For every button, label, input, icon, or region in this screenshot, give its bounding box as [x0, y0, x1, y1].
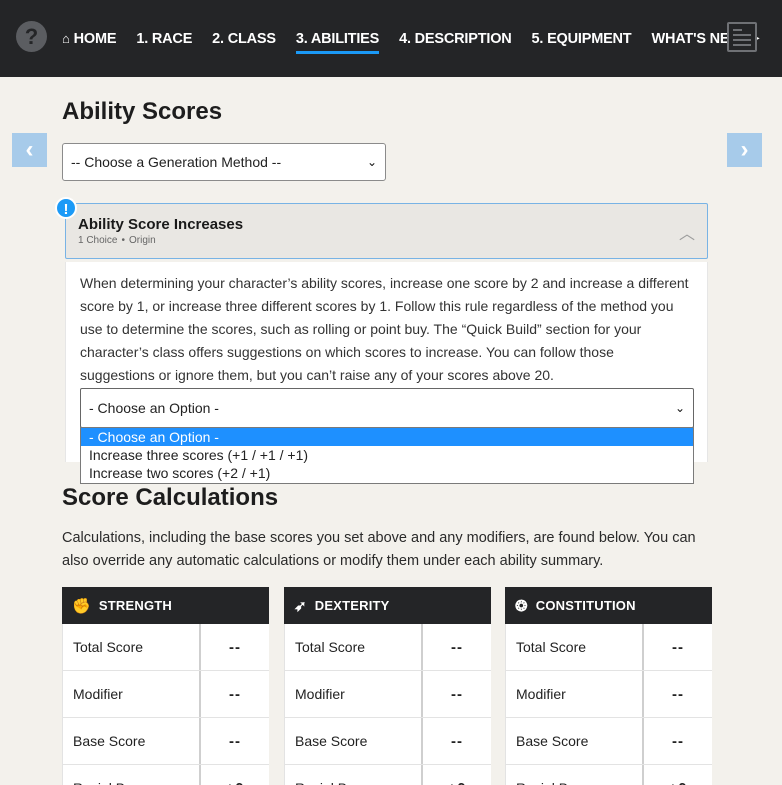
nav-item-class[interactable]: 2. CLASS [212, 0, 276, 77]
character-sheet-icon[interactable] [727, 22, 757, 52]
row-value: +0 [421, 765, 491, 785]
dexterity-icon: ➶ [294, 597, 307, 615]
table-row: Total Score -- [62, 624, 269, 671]
row-label: Modifier [295, 686, 345, 702]
nav-item-label: 2. CLASS [212, 30, 276, 47]
top-navigation: ? ⌂ HOME 1. RACE 2. CLASS 3. ABILITIES 4… [0, 0, 782, 77]
nav-item-label: 1. RACE [136, 30, 193, 47]
row-value: -- [642, 671, 712, 717]
generation-method-select[interactable]: -- Choose a Generation Method -- ⌄ [62, 143, 386, 181]
table-row: Total Score -- [284, 624, 491, 671]
nav-item-label: 3. ABILITIES [295, 30, 380, 47]
strength-icon: ✊ [72, 597, 91, 615]
ability-name: STRENGTH [98, 598, 172, 613]
row-value: -- [421, 671, 491, 717]
dropdown-option[interactable]: - Choose an Option - [81, 428, 693, 446]
ability-card-header: ❂ CONSTITUTION [505, 587, 712, 624]
row-value: +0 [642, 765, 712, 785]
generation-method-value: -- Choose a Generation Method -- [71, 154, 282, 170]
chevron-down-icon: ⌄ [366, 155, 377, 169]
row-label: Base Score [516, 733, 589, 749]
table-row: Racial Bonus+0 [284, 765, 491, 785]
row-label: Base Score [73, 733, 146, 749]
page-title: Ability Scores [62, 98, 223, 125]
nav-item-label: HOME [73, 30, 117, 47]
nav-item-label: 4. DESCRIPTION [399, 30, 512, 47]
row-label: Modifier [516, 686, 566, 702]
ability-card-dexterity: ➶ DEXTERITY Total Score -- Modifier -- Bas… [284, 587, 491, 785]
row-label: Racial Bonus [63, 765, 199, 785]
ability-name: CONSTITUTION [535, 598, 636, 613]
table-row: Modifier -- [284, 671, 491, 718]
table-row: Total Score -- [505, 624, 712, 671]
table-row: Racial Bonus+0 [505, 765, 712, 785]
feature-description: When determining your character’s abilit… [80, 275, 689, 383]
row-value: -- [421, 718, 491, 764]
table-row: Base Score -- [505, 718, 712, 765]
row-value: -- [642, 718, 712, 764]
nav-item-abilities[interactable]: 3. ABILITIES [295, 0, 380, 77]
chevron-down-icon: ⌄ [674, 401, 685, 415]
table-row: Racial Bonus+0 [62, 765, 269, 785]
nav-item-description[interactable]: 4. DESCRIPTION [399, 0, 512, 77]
row-label: Racial Bonus [506, 765, 642, 785]
feature-header-ability-score-increases[interactable]: Ability Score Increases 1 Choice • Origin … [65, 203, 708, 259]
table-row: Modifier -- [62, 671, 269, 718]
section-title: Score Calculations [62, 484, 279, 511]
nav-item-equipment[interactable]: 5. EQUIPMENT [532, 0, 632, 77]
table-row: Modifier -- [505, 671, 712, 718]
feature-meta: 1 Choice • Origin [78, 235, 156, 246]
row-label: Base Score [295, 733, 368, 749]
chevron-up-icon[interactable]: ︿ [679, 220, 695, 244]
help-icon[interactable]: ? [16, 21, 47, 52]
dropdown-option[interactable]: Increase two scores (+2 / +1) [81, 464, 693, 482]
row-value: -- [199, 671, 269, 717]
dropdown-option[interactable]: Increase three scores (+1 / +1 / +1) [81, 446, 693, 464]
ability-card-header: ➶ DEXTERITY [284, 587, 491, 624]
feature-source: Origin [128, 235, 156, 246]
nav-items: ⌂ HOME 1. RACE 2. CLASS 3. ABILITIES 4. … [62, 0, 779, 77]
next-step-button[interactable]: › [727, 133, 762, 167]
ability-name: DEXTERITY [314, 598, 390, 613]
section-description: Calculations, including the base scores … [62, 530, 696, 569]
row-value: -- [199, 718, 269, 764]
chevron-left-icon: ‹ [25, 136, 34, 163]
option-dropdown-list: - Choose an Option - Increase three scor… [80, 427, 694, 484]
row-value: +0 [199, 765, 269, 785]
nav-item-home[interactable]: ⌂ HOME [62, 0, 117, 77]
nav-item-label: 5. EQUIPMENT [531, 30, 632, 47]
row-value: -- [421, 624, 491, 670]
ability-card-constitution: ❂ CONSTITUTION Total Score -- Modifier -- … [505, 587, 712, 785]
feature-choices: 1 Choice [78, 235, 118, 246]
row-label: Total Score [295, 639, 366, 655]
row-label: Modifier [73, 686, 123, 702]
ability-card-strength: ✊ STRENGTH Total Score -- Modifier -- Base… [62, 587, 269, 785]
option-select-value: - Choose an Option - [89, 400, 219, 416]
table-row: Base Score -- [62, 718, 269, 765]
home-icon: ⌂ [62, 31, 70, 46]
row-label: Racial Bonus [285, 765, 421, 785]
row-label: Total Score [516, 639, 587, 655]
nav-item-race[interactable]: 1. RACE [136, 0, 192, 77]
row-label: Total Score [73, 639, 144, 655]
feature-title: Ability Score Increases [78, 216, 244, 233]
row-value: -- [642, 624, 712, 670]
ability-card-header: ✊ STRENGTH [62, 587, 269, 624]
alert-icon: ! [55, 197, 77, 219]
previous-step-button[interactable]: ‹ [12, 133, 47, 167]
chevron-right-icon: › [740, 136, 749, 163]
option-select[interactable]: - Choose an Option - ⌄ [80, 388, 694, 428]
table-row: Base Score -- [284, 718, 491, 765]
constitution-icon: ❂ [515, 597, 528, 615]
row-value: -- [199, 624, 269, 670]
